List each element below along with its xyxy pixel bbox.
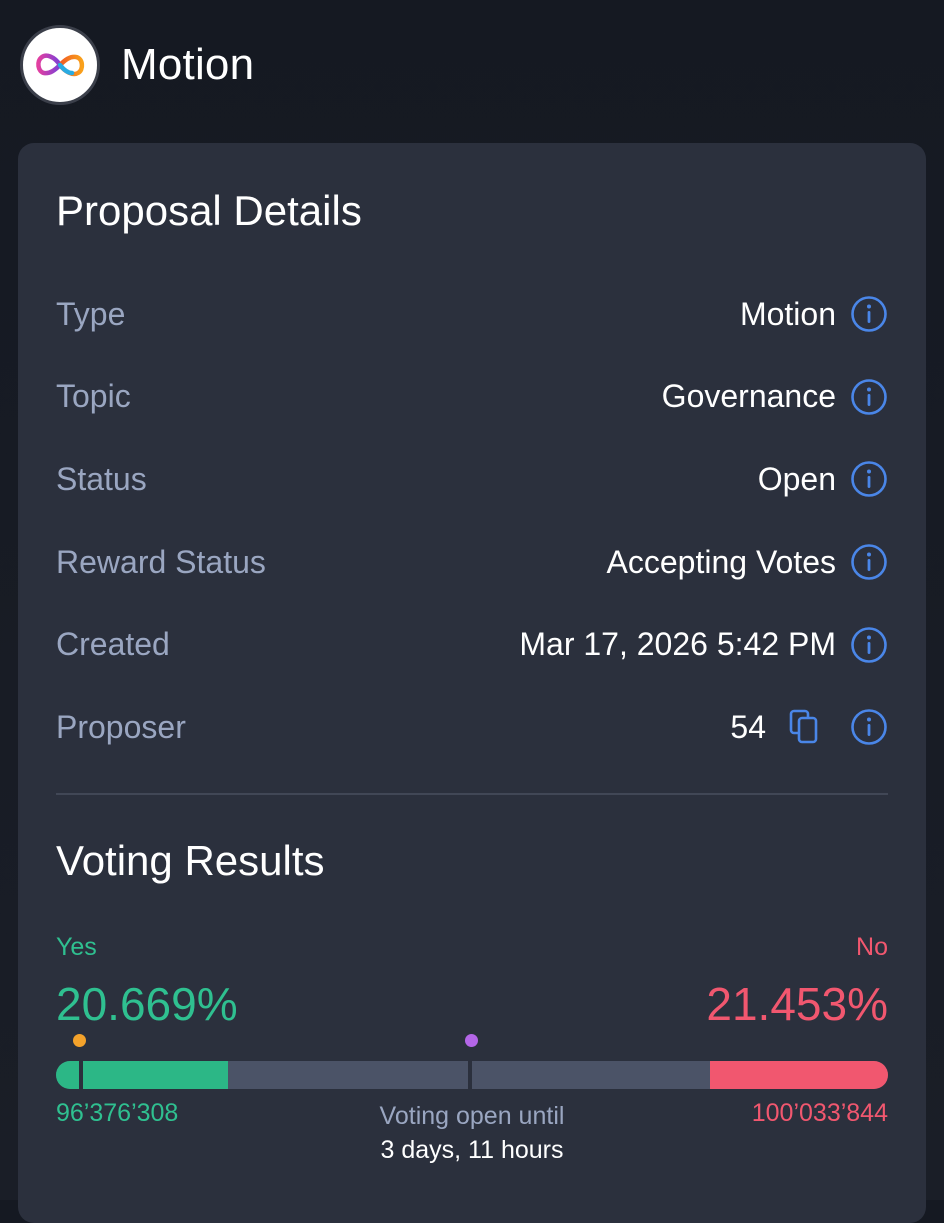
detail-label: Type — [56, 295, 126, 332]
detail-value: Accepting Votes — [606, 543, 836, 580]
detail-value: Motion — [739, 295, 836, 332]
yes-label: Yes — [56, 933, 97, 961]
detail-row-type: Type Motion — [56, 273, 888, 356]
detail-value: Open — [757, 460, 836, 497]
detail-row-proposer: Proposer 54 — [56, 686, 888, 769]
detail-label: Reward Status — [56, 543, 266, 580]
proposal-details-title: Proposal Details — [56, 187, 362, 234]
detail-label: Status — [56, 460, 147, 497]
proposal-card: Proposal Details Type Motion Topic Gover… — [18, 143, 926, 1223]
info-icon[interactable] — [850, 626, 888, 664]
majority-marker — [465, 1034, 478, 1047]
info-icon[interactable] — [850, 295, 888, 333]
voting-progress-bar — [56, 1061, 888, 1089]
info-icon[interactable] — [850, 460, 888, 498]
detail-row-topic: Topic Governance — [56, 356, 888, 439]
detail-label: Proposer — [56, 708, 186, 745]
info-icon[interactable] — [850, 543, 888, 581]
yes-percent: 20.669% — [56, 978, 238, 1030]
no-label: No — [856, 933, 888, 961]
threshold-marker — [73, 1034, 86, 1047]
copy-icon[interactable] — [788, 708, 822, 746]
section-divider — [56, 793, 888, 795]
info-icon[interactable] — [850, 378, 888, 416]
app-title: Motion — [121, 40, 255, 89]
proposal-details-list: Type Motion Topic Governance Status Open — [56, 273, 888, 769]
voting-time-remaining: 3 days, 11 hours — [380, 1136, 564, 1164]
threshold-tick — [79, 1061, 83, 1089]
detail-value: Governance — [661, 378, 836, 415]
detail-label: Created — [56, 626, 170, 663]
detail-value: Mar 17, 2026 5:42 PM — [519, 626, 836, 663]
infinity-logo-icon — [20, 25, 100, 105]
proposer-id: 54 — [730, 708, 766, 745]
detail-label: Topic — [56, 378, 131, 415]
info-icon[interactable] — [850, 708, 888, 746]
voting-deadline: Voting open until 3 days, 11 hours — [18, 1099, 926, 1167]
no-percent: 21.453% — [706, 978, 888, 1030]
detail-row-status: Status Open — [56, 438, 888, 521]
app-header: Motion — [20, 24, 254, 106]
no-bar-fill — [709, 1061, 888, 1089]
voting-open-label: Voting open until — [379, 1102, 565, 1130]
voting-results-title: Voting Results — [56, 837, 325, 884]
majority-tick — [468, 1061, 472, 1089]
detail-row-created: Created Mar 17, 2026 5:42 PM — [56, 603, 888, 686]
detail-row-reward-status: Reward Status Accepting Votes — [56, 521, 888, 604]
